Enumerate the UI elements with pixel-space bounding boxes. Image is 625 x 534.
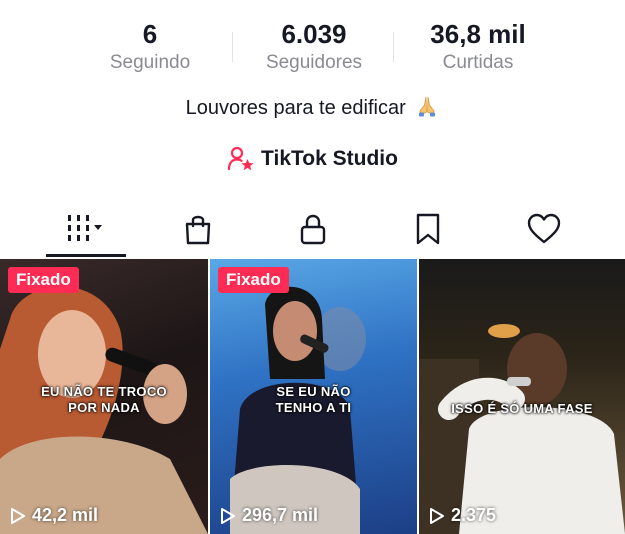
view-count: 2.375: [429, 505, 496, 526]
heart-icon: [527, 213, 561, 244]
video-thumbnail[interactable]: ISSO É SÓ UMA FASE 2.375: [419, 259, 625, 534]
caption-line: EU NÃO TE TROCO: [41, 384, 167, 399]
view-count-value: 296,7 mil: [242, 505, 319, 525]
lock-icon: [300, 214, 326, 245]
view-count: 42,2 mil: [10, 505, 98, 526]
tiktok-studio-link[interactable]: TikTok Studio: [0, 144, 625, 174]
following-stat[interactable]: 6 Seguindo: [70, 18, 230, 76]
view-count-value: 2.375: [451, 505, 497, 525]
bag-icon: [185, 215, 211, 245]
tab-videos[interactable]: [45, 204, 125, 254]
play-icon: [11, 507, 25, 524]
singer-figure: [419, 324, 625, 534]
followers-stat[interactable]: 6.039 Seguidores: [234, 18, 394, 76]
caption-line: ISSO É SÓ UMA FASE: [451, 401, 593, 416]
likes-label: Curtidas: [442, 52, 514, 73]
tiktok-studio-label: TikTok Studio: [261, 147, 398, 170]
pinned-badge: Fixado: [218, 267, 289, 293]
play-icon: [221, 507, 235, 524]
tab-shop[interactable]: [158, 204, 238, 254]
view-count-value: 42,2 mil: [32, 505, 99, 525]
tab-private[interactable]: [273, 204, 353, 254]
profile-tabs: [0, 204, 625, 260]
tab-liked[interactable]: [504, 204, 584, 254]
video-thumbnail[interactable]: Fixado SE EU NÃO TENHO A TI 296,7 mil: [210, 259, 417, 534]
stat-divider: [393, 32, 394, 62]
followers-label: Seguidores: [265, 52, 363, 73]
active-tab-indicator: [46, 254, 126, 257]
bookmark-icon: [416, 213, 440, 245]
grid-sort-icon: [68, 215, 102, 241]
caption-line: POR NADA: [68, 400, 140, 415]
stat-divider: [232, 32, 233, 62]
following-label: Seguindo: [109, 52, 191, 73]
profile-stats: 6 Seguindo 6.039 Seguidores 36,8 mil Cur…: [0, 18, 625, 78]
likes-count: 36,8 mil: [430, 19, 526, 49]
creator-star-icon: [227, 146, 254, 171]
video-caption: SE EU NÃO TENHO A TI: [210, 384, 417, 416]
video-grid: Fixado EU NÃO TE TROCO POR NADA 42,2 mil…: [0, 259, 625, 534]
caption-line: TENHO A TI: [275, 400, 352, 415]
following-count: 6: [142, 19, 158, 49]
video-caption: ISSO É SÓ UMA FASE: [419, 401, 625, 417]
video-thumbnail[interactable]: Fixado EU NÃO TE TROCO POR NADA 42,2 mil: [0, 259, 208, 534]
pinned-badge: Fixado: [8, 267, 79, 293]
likes-stat[interactable]: 36,8 mil Curtidas: [398, 18, 558, 76]
tab-favorites[interactable]: [388, 204, 468, 254]
followers-count: 6.039: [281, 19, 347, 49]
video-caption: EU NÃO TE TROCO POR NADA: [0, 384, 208, 416]
play-icon: [430, 507, 444, 524]
praying-hands-icon: [419, 96, 436, 117]
bio-text: Louvores para te edificar: [185, 97, 406, 119]
profile-bio: Louvores para te edificar: [0, 94, 625, 122]
caption-line: SE EU NÃO: [276, 384, 351, 399]
view-count: 296,7 mil: [220, 505, 318, 526]
